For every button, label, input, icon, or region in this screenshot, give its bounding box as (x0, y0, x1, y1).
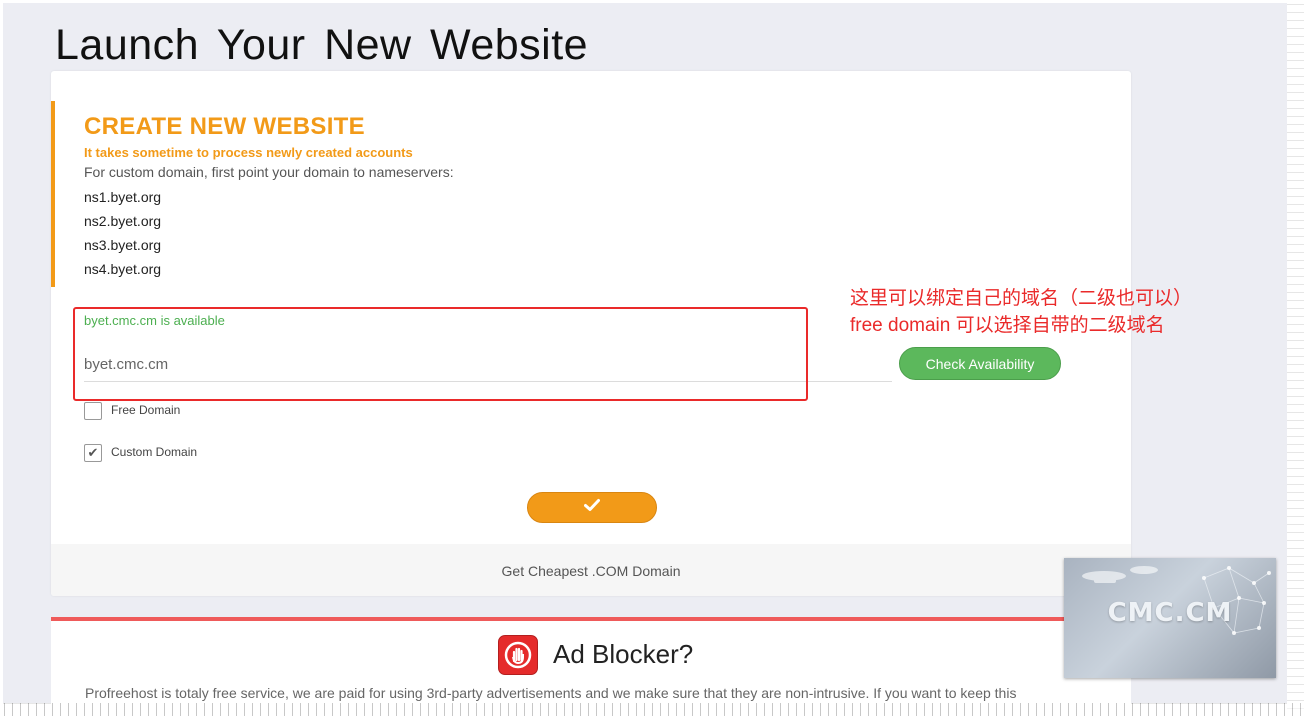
card-footer: Get Cheapest .COM Domain (51, 544, 1131, 596)
annotation-highlight-box (73, 307, 808, 401)
nameserver-item: ns1.byet.org (84, 189, 162, 205)
submit-button[interactable] (527, 492, 657, 523)
checkmark-icon (584, 499, 600, 511)
cheapest-domain-link[interactable]: Get Cheapest .COM Domain (51, 563, 1131, 579)
info-panel: CREATE NEW WEBSITE It takes sometime to … (51, 101, 815, 287)
checkmark-icon: ✔ (87, 445, 99, 460)
nameserver-item: ns2.byet.org (84, 213, 162, 229)
watermark: CMC.CM (1064, 558, 1276, 678)
nameserver-description: For custom domain, first point your doma… (84, 164, 454, 180)
adblock-title: Ad Blocker? (553, 639, 694, 669)
adblock-notice: Ad Blocker? Profreehost is totaly free s… (51, 617, 1131, 711)
nameserver-list: ns1.byet.org ns2.byet.org ns3.byet.org n… (84, 188, 161, 284)
free-domain-checkbox[interactable] (84, 402, 102, 420)
create-heading: CREATE NEW WEBSITE (84, 113, 365, 140)
nameserver-item: ns4.byet.org (84, 261, 162, 277)
page-title: Launch Your New Website (55, 21, 589, 69)
annotation-line-1: 这里可以绑定自己的域名（二级也可以） (850, 288, 1193, 309)
free-domain-label: Free Domain (111, 403, 181, 417)
torn-edge-right (1287, 0, 1304, 716)
stop-hand-icon (498, 635, 538, 675)
annotation-line-2: free domain 可以选择自带的二级域名 (850, 315, 1165, 336)
custom-domain-label: Custom Domain (111, 445, 198, 459)
custom-domain-checkbox[interactable]: ✔ (84, 444, 102, 462)
nameserver-item: ns3.byet.org (84, 237, 162, 253)
watermark-text: CMC.CM (1107, 598, 1233, 628)
adblock-text: Profreehost is totaly free service, we a… (85, 685, 1017, 701)
processing-warning: It takes sometime to process newly creat… (84, 145, 413, 160)
torn-edge-bottom (0, 703, 1304, 716)
check-availability-button[interactable]: Check Availability (899, 347, 1061, 380)
